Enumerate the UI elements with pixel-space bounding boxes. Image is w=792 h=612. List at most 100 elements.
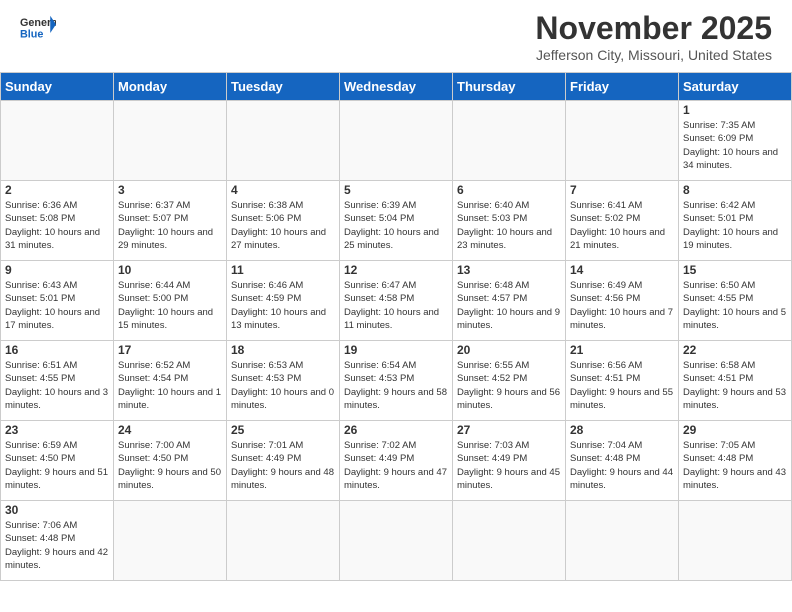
logo-icon: General Blue bbox=[20, 10, 56, 46]
day-cell: 27Sunrise: 7:03 AM Sunset: 4:49 PM Dayli… bbox=[453, 421, 566, 501]
header-row: SundayMondayTuesdayWednesdayThursdayFrid… bbox=[1, 73, 792, 101]
day-number: 21 bbox=[570, 343, 674, 357]
calendar-header: SundayMondayTuesdayWednesdayThursdayFrid… bbox=[1, 73, 792, 101]
day-cell bbox=[566, 101, 679, 181]
day-cell bbox=[114, 101, 227, 181]
page-header: General Blue November 2025 Jefferson Cit… bbox=[0, 0, 792, 68]
day-cell: 5 Sunrise: 6:39 AM Sunset: 5:04 PM Daylig… bbox=[340, 181, 453, 261]
day-info: Sunrise: 6:47 AM Sunset: 4:58 PM Dayligh… bbox=[344, 279, 448, 332]
calendar-table: SundayMondayTuesdayWednesdayThursdayFrid… bbox=[0, 72, 792, 581]
day-number: 13 bbox=[457, 263, 561, 277]
day-info: Sunrise: 6:41 AM Sunset: 5:02 PM Dayligh… bbox=[570, 199, 674, 252]
day-number: 14 bbox=[570, 263, 674, 277]
month-title: November 2025 bbox=[535, 10, 772, 47]
day-cell: 29Sunrise: 7:05 AM Sunset: 4:48 PM Dayli… bbox=[679, 421, 792, 501]
day-number: 30 bbox=[5, 503, 109, 517]
day-number: 4 bbox=[231, 183, 335, 197]
day-info: Sunrise: 6:42 AM Sunset: 5:01 PM Dayligh… bbox=[683, 199, 787, 252]
day-cell: 22 Sunrise: 6:58 AM Sunset: 4:51 PM Dayli… bbox=[679, 341, 792, 421]
day-info: Sunrise: 6:39 AM Sunset: 5:04 PM Dayligh… bbox=[344, 199, 448, 252]
day-info: Sunrise: 6:46 AM Sunset: 4:59 PM Dayligh… bbox=[231, 279, 335, 332]
day-cell: 9 Sunrise: 6:43 AM Sunset: 5:01 PM Daylig… bbox=[1, 261, 114, 341]
day-cell: 25 Sunrise: 7:01 AM Sunset: 4:49 PM Dayli… bbox=[227, 421, 340, 501]
day-cell: 2Sunrise: 6:36 AM Sunset: 5:08 PM Daylig… bbox=[1, 181, 114, 261]
day-cell: 13 Sunrise: 6:48 AM Sunset: 4:57 PM Dayli… bbox=[453, 261, 566, 341]
day-info: Sunrise: 7:00 AM Sunset: 4:50 PM Dayligh… bbox=[118, 439, 222, 492]
day-cell bbox=[679, 501, 792, 581]
day-info: Sunrise: 6:43 AM Sunset: 5:01 PM Dayligh… bbox=[5, 279, 109, 332]
day-number: 2 bbox=[5, 183, 109, 197]
day-info: Sunrise: 6:37 AM Sunset: 5:07 PM Dayligh… bbox=[118, 199, 222, 252]
day-cell bbox=[566, 501, 679, 581]
day-cell: 28Sunrise: 7:04 AM Sunset: 4:48 PM Dayli… bbox=[566, 421, 679, 501]
day-cell: 21Sunrise: 6:56 AM Sunset: 4:51 PM Dayli… bbox=[566, 341, 679, 421]
day-number: 7 bbox=[570, 183, 674, 197]
week-row-5: 23Sunrise: 6:59 AM Sunset: 4:50 PM Dayli… bbox=[1, 421, 792, 501]
day-cell: 24 Sunrise: 7:00 AM Sunset: 4:50 PM Dayli… bbox=[114, 421, 227, 501]
day-number: 16 bbox=[5, 343, 109, 357]
day-cell: 4Sunrise: 6:38 AM Sunset: 5:06 PM Daylig… bbox=[227, 181, 340, 261]
day-cell: 1 Sunrise: 7:35 AM Sunset: 6:09 PM Daylig… bbox=[679, 101, 792, 181]
day-cell: 11 Sunrise: 6:46 AM Sunset: 4:59 PM Dayli… bbox=[227, 261, 340, 341]
svg-text:Blue: Blue bbox=[20, 28, 43, 40]
day-cell: 8 Sunrise: 6:42 AM Sunset: 5:01 PM Daylig… bbox=[679, 181, 792, 261]
day-cell: 7 Sunrise: 6:41 AM Sunset: 5:02 PM Daylig… bbox=[566, 181, 679, 261]
header-cell-wednesday: Wednesday bbox=[340, 73, 453, 101]
day-cell: 30 Sunrise: 7:06 AM Sunset: 4:48 PM Dayli… bbox=[1, 501, 114, 581]
day-number: 6 bbox=[457, 183, 561, 197]
day-cell: 18Sunrise: 6:53 AM Sunset: 4:53 PM Dayli… bbox=[227, 341, 340, 421]
day-number: 3 bbox=[118, 183, 222, 197]
day-number: 5 bbox=[344, 183, 448, 197]
day-number: 19 bbox=[344, 343, 448, 357]
day-cell bbox=[227, 501, 340, 581]
day-info: Sunrise: 6:49 AM Sunset: 4:56 PM Dayligh… bbox=[570, 279, 674, 332]
day-info: Sunrise: 6:52 AM Sunset: 4:54 PM Dayligh… bbox=[118, 359, 222, 412]
day-info: Sunrise: 7:02 AM Sunset: 4:49 PM Dayligh… bbox=[344, 439, 448, 492]
day-cell: 19 Sunrise: 6:54 AM Sunset: 4:53 PM Dayli… bbox=[340, 341, 453, 421]
day-cell bbox=[114, 501, 227, 581]
day-info: Sunrise: 6:40 AM Sunset: 5:03 PM Dayligh… bbox=[457, 199, 561, 252]
header-cell-friday: Friday bbox=[566, 73, 679, 101]
day-info: Sunrise: 7:35 AM Sunset: 6:09 PM Dayligh… bbox=[683, 119, 787, 172]
day-info: Sunrise: 6:54 AM Sunset: 4:53 PM Dayligh… bbox=[344, 359, 448, 412]
day-info: Sunrise: 7:06 AM Sunset: 4:48 PM Dayligh… bbox=[5, 519, 109, 572]
header-cell-tuesday: Tuesday bbox=[227, 73, 340, 101]
day-info: Sunrise: 6:48 AM Sunset: 4:57 PM Dayligh… bbox=[457, 279, 561, 332]
day-cell bbox=[1, 101, 114, 181]
day-number: 8 bbox=[683, 183, 787, 197]
day-cell: 12Sunrise: 6:47 AM Sunset: 4:58 PM Dayli… bbox=[340, 261, 453, 341]
day-number: 28 bbox=[570, 423, 674, 437]
day-info: Sunrise: 6:51 AM Sunset: 4:55 PM Dayligh… bbox=[5, 359, 109, 412]
day-number: 24 bbox=[118, 423, 222, 437]
header-cell-monday: Monday bbox=[114, 73, 227, 101]
day-info: Sunrise: 7:01 AM Sunset: 4:49 PM Dayligh… bbox=[231, 439, 335, 492]
day-cell bbox=[227, 101, 340, 181]
logo: General Blue bbox=[20, 10, 56, 46]
day-cell: 10Sunrise: 6:44 AM Sunset: 5:00 PM Dayli… bbox=[114, 261, 227, 341]
day-number: 18 bbox=[231, 343, 335, 357]
day-number: 1 bbox=[683, 103, 787, 117]
day-cell: 16 Sunrise: 6:51 AM Sunset: 4:55 PM Dayli… bbox=[1, 341, 114, 421]
day-cell: 17Sunrise: 6:52 AM Sunset: 4:54 PM Dayli… bbox=[114, 341, 227, 421]
calendar-body: 1 Sunrise: 7:35 AM Sunset: 6:09 PM Daylig… bbox=[1, 101, 792, 581]
day-number: 15 bbox=[683, 263, 787, 277]
day-info: Sunrise: 6:59 AM Sunset: 4:50 PM Dayligh… bbox=[5, 439, 109, 492]
day-cell bbox=[340, 101, 453, 181]
week-row-3: 9 Sunrise: 6:43 AM Sunset: 5:01 PM Daylig… bbox=[1, 261, 792, 341]
day-info: Sunrise: 6:55 AM Sunset: 4:52 PM Dayligh… bbox=[457, 359, 561, 412]
day-number: 25 bbox=[231, 423, 335, 437]
day-cell: 6 Sunrise: 6:40 AM Sunset: 5:03 PM Daylig… bbox=[453, 181, 566, 261]
week-row-4: 16 Sunrise: 6:51 AM Sunset: 4:55 PM Dayli… bbox=[1, 341, 792, 421]
day-number: 11 bbox=[231, 263, 335, 277]
day-info: Sunrise: 7:03 AM Sunset: 4:49 PM Dayligh… bbox=[457, 439, 561, 492]
day-number: 22 bbox=[683, 343, 787, 357]
day-number: 10 bbox=[118, 263, 222, 277]
day-cell: 15Sunrise: 6:50 AM Sunset: 4:55 PM Dayli… bbox=[679, 261, 792, 341]
day-number: 9 bbox=[5, 263, 109, 277]
day-number: 20 bbox=[457, 343, 561, 357]
day-info: Sunrise: 7:05 AM Sunset: 4:48 PM Dayligh… bbox=[683, 439, 787, 492]
day-cell: 3 Sunrise: 6:37 AM Sunset: 5:07 PM Daylig… bbox=[114, 181, 227, 261]
day-info: Sunrise: 6:58 AM Sunset: 4:51 PM Dayligh… bbox=[683, 359, 787, 412]
week-row-6: 30 Sunrise: 7:06 AM Sunset: 4:48 PM Dayli… bbox=[1, 501, 792, 581]
header-cell-thursday: Thursday bbox=[453, 73, 566, 101]
